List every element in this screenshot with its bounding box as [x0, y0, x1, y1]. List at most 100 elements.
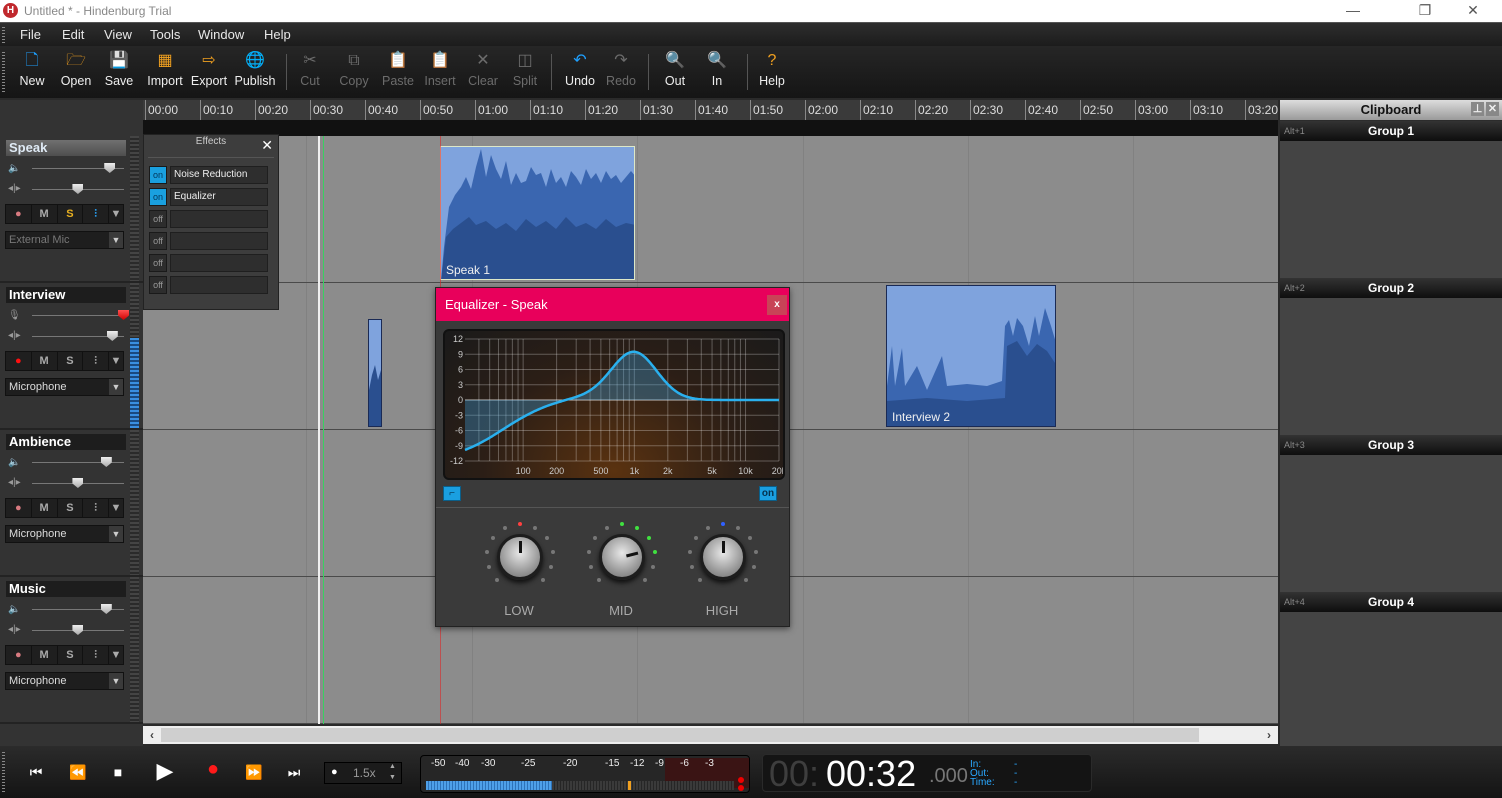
volume-slider-handle[interactable]	[100, 457, 112, 467]
track-menu-button[interactable]: ▼	[109, 205, 123, 223]
effect-slot[interactable]: off	[149, 210, 269, 229]
clipboard-close-button[interactable]: ✕	[1486, 102, 1499, 116]
toolbar-cut-button[interactable]: ✂ Cut	[297, 50, 323, 94]
speed-down-button[interactable]: ▼	[389, 774, 396, 781]
group-header[interactable]: Alt+1 Group 1	[1280, 121, 1502, 141]
clip-indicator-left[interactable]	[738, 777, 744, 783]
pan-slider[interactable]	[32, 331, 124, 341]
input-source-select[interactable]: Microphone ▼	[5, 525, 124, 543]
clipboard-group[interactable]: Alt+4 Group 4	[1280, 592, 1502, 749]
toolbar-paste-button[interactable]: 📋 Paste	[381, 50, 415, 94]
clip-indicator-right[interactable]	[738, 785, 744, 791]
marker-bar[interactable]	[143, 120, 1278, 136]
track-name[interactable]: Speak	[6, 140, 126, 156]
toolbar-publish-button[interactable]: 🌐 Publish	[232, 50, 278, 94]
scroll-left-button[interactable]: ‹	[143, 726, 161, 744]
effect-slot[interactable]: off	[149, 232, 269, 251]
solo-button[interactable]: S	[58, 499, 84, 517]
mute-button[interactable]: M	[32, 499, 58, 517]
effect-name[interactable]	[170, 276, 268, 294]
track-name[interactable]: Interview	[6, 287, 126, 303]
stop-button[interactable]: ■	[106, 764, 130, 780]
menu-window[interactable]: Window	[198, 27, 244, 42]
input-source-select[interactable]: Microphone ▼	[5, 378, 124, 396]
toolbar-undo-button[interactable]: ↶ Undo	[562, 50, 598, 94]
group-header[interactable]: Alt+4 Group 4	[1280, 592, 1502, 612]
volume-slider-handle[interactable]	[104, 163, 116, 173]
minimize-button[interactable]: —	[1330, 0, 1376, 22]
go-to-start-button[interactable]: ⏮	[24, 764, 48, 781]
track-menu-button[interactable]: ▼	[109, 352, 123, 370]
speed-value[interactable]: 1.5x	[353, 766, 376, 780]
equalizer-title[interactable]: Equalizer - Speak	[436, 288, 789, 321]
solo-button[interactable]: S	[58, 205, 84, 223]
menu-file[interactable]: File	[20, 27, 41, 42]
pan-slider[interactable]	[32, 478, 124, 488]
mute-button[interactable]: M	[32, 352, 58, 370]
track-menu-button[interactable]: ▼	[109, 499, 123, 517]
effect-toggle[interactable]: on	[149, 166, 167, 184]
pin-icon[interactable]: ⊥	[1471, 102, 1484, 116]
rewind-button[interactable]: ⏪	[66, 764, 90, 781]
group-drop-area[interactable]	[1280, 455, 1502, 592]
effects-button[interactable]: ⫶	[83, 205, 109, 223]
pan-slider-handle[interactable]	[72, 478, 84, 488]
toolbar-out-button[interactable]: 🔍 Out	[660, 50, 690, 94]
volume-slider[interactable]	[32, 604, 124, 614]
effect-toggle[interactable]: off	[149, 210, 167, 228]
menu-help[interactable]: Help	[264, 27, 291, 42]
toolbar-in-button[interactable]: 🔍 In	[702, 50, 732, 94]
effect-name[interactable]	[170, 210, 268, 228]
menu-edit[interactable]: Edit	[62, 27, 84, 42]
effect-name[interactable]: Noise Reduction	[170, 166, 268, 184]
timeline-ruler[interactable]: 00:00 00:10 00:20 00:30 00:40 00:50 01:00 01:10…	[143, 100, 1278, 120]
volume-slider[interactable]	[32, 310, 129, 320]
pan-slider[interactable]	[32, 625, 124, 635]
track-menu-button[interactable]: ▼	[109, 646, 123, 664]
toolbar-new-button[interactable]: 🗋 New	[16, 50, 48, 94]
volume-slider[interactable]	[32, 163, 124, 173]
pan-slider[interactable]	[32, 184, 124, 194]
record-arm-button[interactable]: ●	[6, 499, 32, 517]
effect-name[interactable]	[170, 232, 268, 250]
record-arm-button[interactable]: ●	[6, 205, 32, 223]
toolbar-save-button[interactable]: 💾 Save	[102, 50, 136, 94]
clipboard-group[interactable]: Alt+2 Group 2	[1280, 278, 1502, 435]
toolbar-insert-button[interactable]: 📋 Insert	[422, 50, 458, 94]
record-arm-button[interactable]: ●	[6, 352, 32, 370]
clipboard-group[interactable]: Alt+3 Group 3	[1280, 435, 1502, 592]
track-name[interactable]: Music	[6, 581, 126, 597]
effects-button[interactable]: ⫶	[83, 646, 109, 664]
pan-slider-handle[interactable]	[72, 625, 84, 635]
group-drop-area[interactable]	[1280, 298, 1502, 435]
effect-toggle[interactable]: off	[149, 232, 167, 250]
effect-toggle[interactable]: off	[149, 276, 167, 294]
eq-knob[interactable]	[700, 534, 746, 580]
eq-knob[interactable]	[599, 534, 645, 580]
effect-slot[interactable]: on Equalizer	[149, 188, 269, 207]
speed-up-button[interactable]: ▲	[389, 763, 396, 770]
effect-slot[interactable]: off	[149, 276, 269, 295]
mute-button[interactable]: M	[32, 646, 58, 664]
input-source-select[interactable]: External Mic ▼	[5, 231, 124, 249]
volume-slider[interactable]	[32, 457, 124, 467]
track-lane-speak[interactable]	[143, 136, 1278, 283]
toolbar-grip[interactable]	[2, 52, 5, 92]
track-name[interactable]: Ambience	[6, 434, 126, 450]
record-button[interactable]: ●	[201, 758, 225, 781]
effect-toggle[interactable]: off	[149, 254, 167, 272]
toolbar-clear-button[interactable]: ✕ Clear	[466, 50, 500, 94]
toolbar-copy-button[interactable]: ⧉ Copy	[337, 50, 371, 94]
audio-clip[interactable]	[368, 319, 382, 427]
mute-button[interactable]: M	[32, 205, 58, 223]
effect-name[interactable]: Equalizer	[170, 188, 268, 206]
audio-clip[interactable]: Interview 2	[886, 285, 1056, 427]
pan-slider-handle[interactable]	[72, 184, 84, 194]
input-source-select[interactable]: Microphone ▼	[5, 672, 124, 690]
fast-forward-button[interactable]: ⏩	[242, 764, 266, 781]
filter-type-button[interactable]: ⌐	[443, 486, 461, 501]
clipboard-group[interactable]: Alt+1 Group 1	[1280, 121, 1502, 278]
menu-grip[interactable]	[2, 27, 5, 43]
transport-grip[interactable]	[2, 752, 5, 792]
group-drop-area[interactable]	[1280, 141, 1502, 278]
